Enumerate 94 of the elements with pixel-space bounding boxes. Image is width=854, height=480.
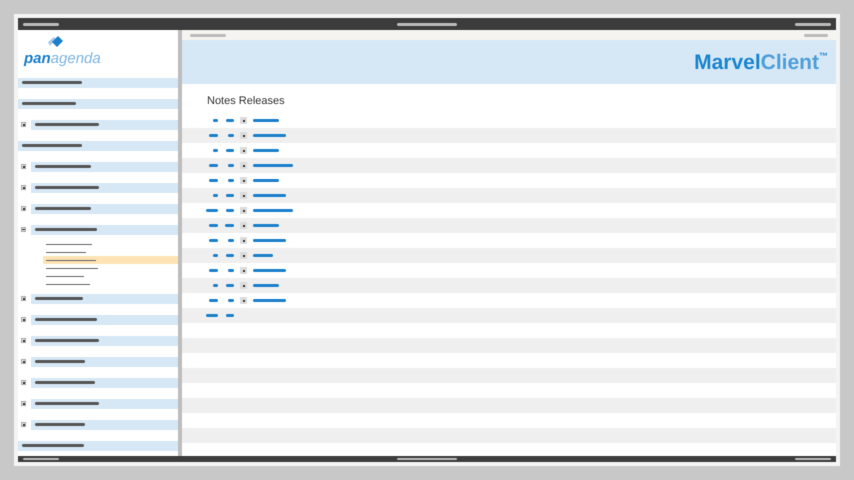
- collapse-icon[interactable]: [21, 227, 26, 232]
- placeholder-bar: [209, 299, 218, 302]
- sidebar-item[interactable]: [31, 204, 178, 214]
- sidebar-item[interactable]: [31, 336, 178, 346]
- placeholder-bar: [209, 224, 218, 227]
- expand-icon[interactable]: [21, 380, 26, 385]
- sidebar-item[interactable]: [18, 78, 178, 88]
- placeholder-bar: [209, 179, 218, 182]
- expand-icon[interactable]: [21, 206, 26, 211]
- expand-icon[interactable]: [21, 296, 26, 301]
- expand-icon[interactable]: [240, 252, 247, 259]
- placeholder-bar: [228, 134, 234, 137]
- expand-icon[interactable]: [21, 164, 26, 169]
- expand-icon[interactable]: [21, 185, 26, 190]
- placeholder-bar: [35, 207, 91, 210]
- expand-icon[interactable]: [240, 297, 247, 304]
- tree-item[interactable]: [43, 256, 178, 264]
- logo-text: panagenda: [24, 51, 101, 66]
- sidebar-item[interactable]: [31, 294, 178, 304]
- placeholder-bar: [225, 224, 234, 227]
- placeholder-bar: [209, 164, 218, 167]
- expand-icon[interactable]: [240, 192, 247, 199]
- expand-icon[interactable]: [240, 237, 247, 244]
- sidebar-item[interactable]: [31, 356, 178, 366]
- placeholder-bar: [23, 22, 59, 26]
- placeholder-bar: [206, 209, 218, 212]
- expand-icon[interactable]: [240, 147, 247, 154]
- sidebar-item[interactable]: [31, 378, 178, 388]
- placeholder-bar: [397, 22, 457, 26]
- placeholder-bar: [226, 119, 234, 122]
- expand-icon[interactable]: [240, 132, 247, 139]
- placeholder-bar: [35, 423, 85, 426]
- placeholder-bar: [209, 269, 218, 272]
- placeholder-bar: [226, 194, 234, 197]
- placeholder-bar: [228, 299, 234, 302]
- sidebar-item[interactable]: [31, 182, 178, 192]
- product-logo-text: MarvelClient™: [694, 52, 828, 72]
- placeholder-bar: [35, 318, 97, 321]
- placeholder-bar: [35, 339, 99, 342]
- placeholder-bar: [35, 360, 85, 363]
- expand-icon[interactable]: [21, 338, 26, 343]
- expand-icon[interactable]: [240, 222, 247, 229]
- expand-icon[interactable]: [21, 401, 26, 406]
- placeholder-bar: [22, 144, 82, 147]
- placeholder-bar: [226, 149, 234, 152]
- expand-icon[interactable]: [21, 122, 26, 127]
- expand-icon[interactable]: [240, 117, 247, 124]
- sidebar-item[interactable]: [31, 120, 178, 130]
- sidebar-item[interactable]: [18, 98, 178, 108]
- placeholder-bar: [226, 254, 234, 257]
- placeholder-bar: [35, 381, 95, 384]
- expand-icon[interactable]: [240, 267, 247, 274]
- placeholder-bar: [190, 34, 226, 36]
- placeholder-bar: [795, 22, 831, 26]
- placeholder-bar: [209, 134, 218, 137]
- expand-icon[interactable]: [21, 359, 26, 364]
- placeholder-bar: [209, 239, 218, 242]
- placeholder-bar: [22, 102, 76, 105]
- sidebar-item[interactable]: [31, 314, 178, 324]
- expand-icon[interactable]: [21, 317, 26, 322]
- expand-icon[interactable]: [240, 162, 247, 169]
- placeholder-bar: [213, 119, 218, 122]
- sidebar-item[interactable]: [31, 398, 178, 408]
- placeholder-bar: [22, 81, 82, 84]
- placeholder-bar: [35, 123, 99, 126]
- placeholder-bar: [213, 149, 218, 152]
- expand-icon[interactable]: [240, 207, 247, 214]
- placeholder-bar: [22, 444, 84, 447]
- placeholder-bar: [213, 284, 218, 287]
- sidebar-item[interactable]: [31, 224, 178, 234]
- placeholder-bar: [213, 194, 218, 197]
- section-heading: Notes Releases: [206, 94, 286, 109]
- sidebar-item[interactable]: [31, 420, 178, 430]
- placeholder-bar: [226, 209, 234, 212]
- placeholder-bar: [226, 284, 234, 287]
- expand-icon[interactable]: [21, 422, 26, 427]
- placeholder-bar: [228, 269, 234, 272]
- placeholder-bar: [35, 228, 97, 231]
- expand-icon[interactable]: [240, 177, 247, 184]
- placeholder-bar: [35, 165, 91, 168]
- expand-icon[interactable]: [240, 282, 247, 289]
- placeholder-bar: [228, 164, 234, 167]
- placeholder-bar: [206, 314, 218, 317]
- placeholder-bar: [226, 314, 234, 317]
- placeholder-bar: [804, 34, 828, 36]
- placeholder-bar: [35, 186, 99, 189]
- placeholder-bar: [228, 179, 234, 182]
- sidebar-item[interactable]: [18, 440, 178, 450]
- placeholder-bar: [35, 297, 83, 300]
- placeholder-bar: [213, 254, 218, 257]
- sidebar-item[interactable]: [18, 140, 178, 150]
- placeholder-bar: [228, 239, 234, 242]
- sidebar-item[interactable]: [31, 162, 178, 172]
- placeholder-bar: [35, 402, 99, 405]
